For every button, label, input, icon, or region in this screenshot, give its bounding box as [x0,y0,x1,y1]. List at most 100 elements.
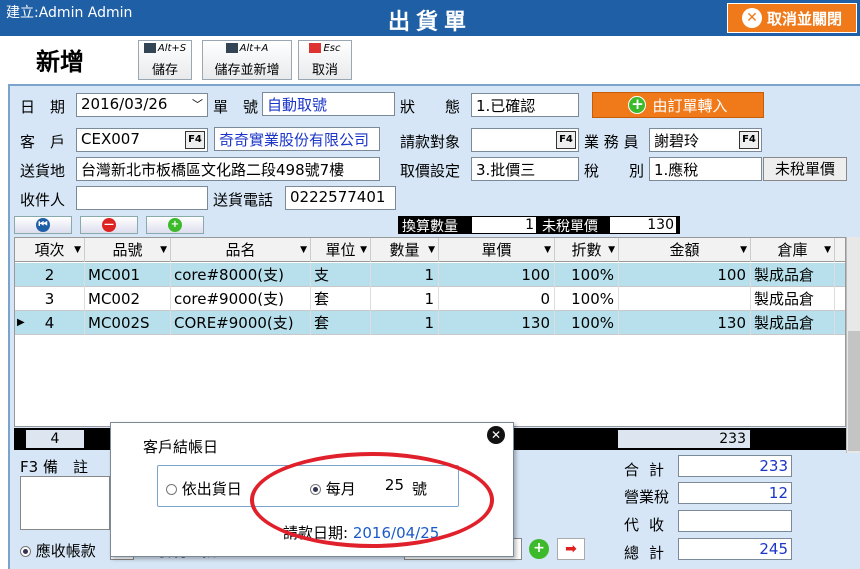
save-label: 儲存 [151,63,178,78]
save-and-new-label: 儲存並新增 [214,63,280,78]
row-amount: 130 [619,311,751,335]
row-unit: 套 [311,287,371,311]
row-no: ▶ 4 [15,311,85,335]
subtotal-label: 合計 [624,461,675,479]
col-header-no[interactable]: 項次 ▼ [15,238,85,262]
add-invoice-button[interactable]: + [529,539,549,559]
address-field[interactable]: 台灣新北市板橋區文化路二段498號7樓 [76,157,380,181]
cancel-label: 取消 [311,63,338,78]
status-field[interactable]: 1.已確認 [471,93,579,117]
status-label: 狀 態 [400,98,461,116]
save-button[interactable]: Alt+S 儲存 [138,40,192,80]
row-warehouse: 製成品倉 [751,287,835,311]
table-row[interactable]: 2 MC001 core#8000(支) 支 1 100 100% 100 製成… [15,263,845,287]
convert-qty-label: 換算數量 [402,219,458,235]
current-row-pointer-icon: ▶ [17,317,25,328]
row-discount: 100% [555,287,619,311]
receivable-option[interactable]: 應收帳款 [20,540,96,561]
popup-close-button[interactable]: ✕ [487,426,505,444]
tax-field[interactable]: 1.應稅 [649,157,762,181]
table-row[interactable]: 3 MC002 core#9000(支) 套 1 0 100% 製成品倉 [15,287,845,311]
sum-amount-value: 233 [618,430,750,448]
row-code: MC002 [85,287,171,311]
row-count-value: 4 [26,430,84,448]
scrollbar-thumb[interactable] [848,331,860,451]
sort-arrow-icon: ▼ [74,245,81,255]
f4-lookup-button[interactable]: F4 [739,131,759,149]
price-setting-field[interactable]: 3.批價三 [471,157,579,181]
receiver-field[interactable] [76,186,208,210]
col-header-name[interactable]: 品名 ▼ [171,238,311,262]
save-and-new-button[interactable]: Alt+A 儲存並新增 [202,40,292,80]
first-row-button[interactable]: ⏮ [14,216,72,234]
date-value: 2016/03/26 [81,95,168,113]
row-qty: 1 [371,263,439,287]
remark-textarea[interactable] [20,476,110,530]
cancel-button[interactable]: Esc 取消 [298,40,352,80]
row-qty: 1 [371,287,439,311]
by-ship-date-option[interactable]: 依出貨日 [166,478,242,499]
row-price: 130 [439,311,555,335]
customer-name-field[interactable]: 奇奇實業股份有限公司 [214,127,380,151]
row-qty: 1 [371,311,439,335]
col-header-warehouse[interactable]: 倉庫 ▼ [751,238,835,262]
price-setting-label: 取價設定 [400,162,461,180]
skip-first-icon: ⏮ [36,218,50,232]
delete-row-button[interactable]: — [80,216,138,234]
pretax-price-button[interactable]: 未稅單價 [763,157,847,181]
save-icon: Alt+S [139,43,191,59]
row-unit: 支 [311,263,371,287]
table-row[interactable]: ▶ 4 MC002S CORE#9000(支) 套 1 130 100% 130 … [15,311,845,335]
popup-title: 客戶結帳日 [143,438,219,456]
sales-field[interactable]: 謝碧玲 F4 [649,128,762,152]
customer-code-field[interactable]: CEX007 F4 [76,128,208,152]
order-no-label: 單 號 [213,98,259,116]
sort-arrow-icon: ▼ [428,245,435,255]
phone-field[interactable]: 0222577401 [285,186,396,210]
cancel-close-button[interactable]: ✕ 取消並關閉 [727,3,857,33]
by-ship-date-radio[interactable] [166,484,177,495]
sort-arrow-icon: ▼ [824,245,831,255]
col-header-discount[interactable]: 折數 ▼ [555,238,619,262]
row-name: core#8000(支) [171,263,311,287]
row-discount: 100% [555,311,619,335]
items-grid[interactable]: 項次 ▼ 品號 ▼ 品名 ▼ 單位 ▼ 數量 ▼ 單價 ▼ 折數 ▼ 金額 ▼ 倉庫 ▼ 2 MC… [14,237,846,427]
sort-arrow-icon: ▼ [544,245,551,255]
receivable-radio[interactable] [20,546,31,557]
pretax-price-value[interactable]: 130 [610,217,676,233]
col-header-code[interactable]: 品號 ▼ [85,238,171,262]
col-header-unit[interactable]: 單位 ▼ [311,238,371,262]
convert-qty-value[interactable]: 1 [472,217,536,233]
col-header-qty[interactable]: 數量 ▼ [371,238,439,262]
col-header-price[interactable]: 單價 ▼ [439,238,555,262]
tax-amount-value: 12 [678,482,792,504]
row-code: MC002S [85,311,171,335]
sort-arrow-icon: ▼ [160,245,167,255]
order-no-field[interactable]: 自動取號 [262,92,395,116]
sales-value: 謝碧玲 [654,132,700,150]
vertical-scrollbar[interactable] [846,237,860,453]
date-field[interactable]: 2016/03/26 ﹀ [76,93,208,117]
f4-lookup-button[interactable]: F4 [556,131,576,149]
f4-lookup-button[interactable]: F4 [185,131,205,149]
right-arrow-icon: ➡ [565,541,577,557]
customer-code-value: CEX007 [81,130,140,148]
row-price: 0 [439,287,555,311]
customer-label: 客 戶 [20,133,66,151]
col-header-amount[interactable]: 金額 ▼ [619,238,751,262]
subtotal-value: 233 [678,455,792,477]
billing-label: 請款對象 [400,133,461,151]
sort-arrow-icon: ▼ [740,245,747,255]
convert-from-order-button[interactable]: + 由訂單轉入 [592,92,764,118]
chevron-down-icon[interactable]: ﹀ [192,96,203,112]
collect-label: 代收 [624,516,675,534]
conversion-bar: 換算數量 1 未稅單價 130 [398,216,680,235]
plus-icon: + [628,96,647,114]
pretax-price-label: 未稅單價 [542,219,598,235]
billing-field[interactable]: F4 [471,128,579,152]
save-new-icon: Alt+A [203,43,291,59]
minus-icon: — [102,218,116,232]
add-row-button[interactable]: + [146,216,204,234]
row-code: MC001 [85,263,171,287]
transfer-button[interactable]: ➡ [557,538,585,560]
